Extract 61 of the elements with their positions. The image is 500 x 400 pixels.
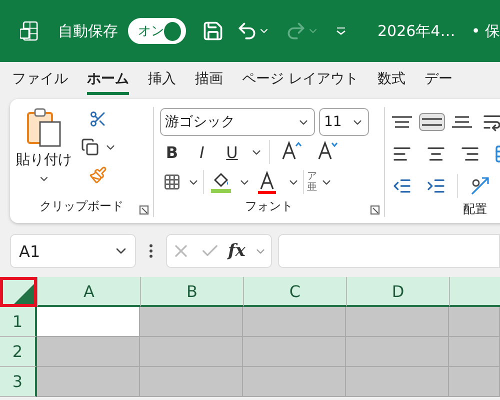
row-header[interactable]: 3 [0,367,37,397]
sheet-cell[interactable] [37,307,140,337]
app-logo-icon [20,20,38,42]
triangle-icon [14,284,34,304]
font-style-button[interactable]: B [160,142,184,162]
sheet-cell[interactable] [449,337,500,367]
align-icon [392,116,412,128]
vertical-align-button[interactable] [419,113,445,131]
row-header[interactable]: 1 [0,307,37,337]
ribbon-tab[interactable]: 描画 [195,66,223,95]
sheet-cell[interactable] [140,307,243,337]
sheet-cell[interactable] [243,337,346,367]
ribbon-tab[interactable]: 挿入 [148,66,176,95]
ribbon-tab[interactable]: ページ レイアウト [242,66,358,95]
group-label: フォント [245,198,293,215]
ribbon-tab[interactable]: ファイル [12,66,68,95]
font-name-dropdown[interactable]: 游ゴシック [160,108,315,136]
autosave-toggle[interactable]: オン [128,18,186,44]
sheet-cell[interactable] [449,307,500,337]
sheet-cell[interactable] [140,337,243,367]
align-icon [422,116,442,128]
autosave-label: 自動保存 [58,22,118,40]
font-style-button[interactable]: U [220,142,244,162]
sheet-cell[interactable] [140,367,243,397]
column-header[interactable]: B [140,277,243,307]
sheet-cell[interactable] [346,307,449,337]
file-name[interactable]: 2026年4… [377,22,456,40]
save-status: • 保 [471,22,500,40]
customize-toolbar-button[interactable] [334,25,347,37]
paste-button[interactable]: 貼り付け [10,107,78,198]
select-all-button[interactable] [0,277,37,307]
insert-function-button[interactable]: fx [228,241,246,261]
sheet-cell[interactable] [37,337,140,367]
sheet-cell[interactable] [346,367,449,397]
column-header[interactable]: D [346,277,449,307]
name-box[interactable]: A1 [10,234,136,268]
row-header[interactable]: 2 [0,337,37,367]
ribbon-tab[interactable]: 数式 [377,66,406,95]
ribbon-tab[interactable]: ホーム [87,66,129,95]
formula-input[interactable] [278,234,500,268]
diagonal-arrow-icon [469,175,491,197]
phonetic-guide-button[interactable]: ア 亜 [307,171,317,193]
group-label: 配置 [462,201,488,218]
sheet-cell[interactable] [243,367,346,397]
undo-button[interactable] [236,20,270,42]
dialog-launcher-icon[interactable] [370,205,380,215]
column-header[interactable]: A [37,277,140,307]
align-icon [452,116,472,128]
sheet-cell[interactable] [449,367,500,397]
font-size-dropdown[interactable]: 11 [319,108,369,136]
dialog-launcher-icon[interactable] [139,205,149,215]
sheet-cell[interactable] [37,367,140,397]
clipboard-icon [26,107,62,147]
font-style-button[interactable]: I [190,142,214,162]
column-header[interactable]: C [243,277,346,307]
column-header[interactable] [449,277,500,307]
save-button[interactable] [202,20,224,42]
group-label: クリップボード [40,198,124,215]
sheet-cell[interactable] [346,337,449,367]
sheet-cell[interactable] [243,307,346,337]
ribbon-tab[interactable]: デー [424,66,452,95]
